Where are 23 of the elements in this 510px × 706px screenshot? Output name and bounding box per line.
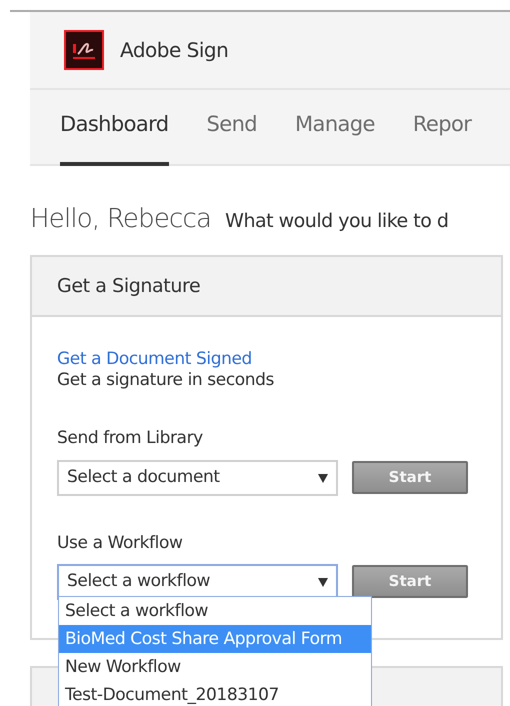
nav-tab[interactable]: Repor bbox=[412, 108, 472, 166]
card-title: Get a Signature bbox=[32, 257, 501, 317]
select-field[interactable]: Select a document bbox=[57, 460, 338, 496]
dropdown-option[interactable]: BioMed Cost Share Approval Form bbox=[59, 625, 371, 653]
caret-icon bbox=[318, 576, 328, 587]
dropdown-option[interactable]: Test-Document_20183107 bbox=[59, 681, 371, 706]
start-button[interactable]: Start bbox=[352, 461, 468, 494]
nav-tab[interactable]: Dashboard bbox=[60, 108, 169, 166]
document-link[interactable]: Get a Document Signed bbox=[57, 349, 476, 370]
logo-icon bbox=[64, 30, 104, 70]
app-title: Adobe Sign bbox=[120, 37, 228, 64]
field-label: Use a Workflow bbox=[57, 532, 184, 554]
caret-icon bbox=[318, 472, 328, 483]
nav-tab[interactable]: Send bbox=[206, 108, 258, 166]
select-field[interactable]: Select a workflow bbox=[57, 564, 338, 600]
start-button[interactable]: Start bbox=[352, 565, 468, 598]
nav-tab[interactable]: Manage bbox=[295, 108, 375, 166]
dropdown-option[interactable]: Select a workflow bbox=[59, 597, 371, 625]
greeting-prompt: What would you like to d bbox=[225, 209, 448, 234]
field-label: Send from Library bbox=[57, 427, 204, 450]
subtitle-text: Get a signature in seconds bbox=[57, 369, 275, 392]
dropdown-option[interactable]: New Workflow bbox=[59, 653, 371, 681]
greeting-heading: Hello, Rebecca bbox=[30, 203, 212, 236]
